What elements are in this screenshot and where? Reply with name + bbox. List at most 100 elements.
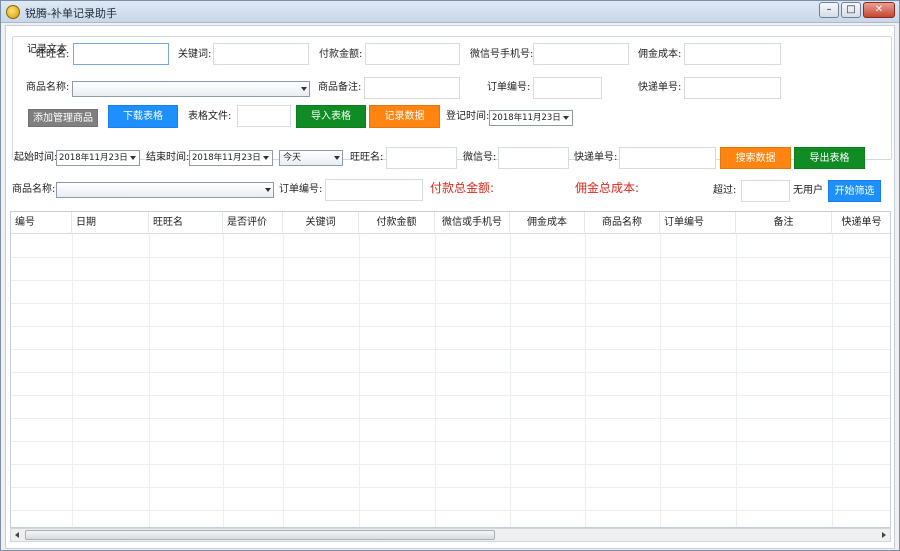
column-header-pay-amount[interactable]: 付款金额 [359, 212, 435, 234]
maximize-button[interactable]: □ [841, 2, 861, 18]
column-header-note[interactable]: 备注 [736, 212, 832, 234]
chevron-down-icon [130, 156, 136, 160]
table-header: 编号 日期 旺旺名 是否评价 关键词 付款金额 微信或手机号 佣金成本 商品名称… [11, 212, 890, 234]
scrollbar-thumb[interactable] [25, 530, 495, 540]
grid-line [11, 303, 890, 304]
wangwang-input[interactable] [73, 43, 169, 65]
keyword-label: 关键词: [178, 49, 212, 60]
grid-line [223, 234, 224, 527]
login-time-picker[interactable]: 2018年11月23日 [489, 110, 573, 126]
start-time-picker[interactable]: 2018年11月23日 [56, 150, 140, 166]
grid-line [832, 234, 833, 527]
column-header-express-no[interactable]: 快递单号 [832, 212, 890, 234]
start-time-label: 起始时间: [14, 152, 58, 163]
grid-line [11, 464, 890, 465]
total-commission-label: 佣金总成本: [575, 181, 640, 195]
search-express-label: 快递单号: [574, 152, 618, 163]
import-table-button[interactable]: 导入表格 [296, 105, 366, 128]
chevron-down-icon [334, 156, 340, 160]
grid-line [72, 234, 73, 527]
column-header-commission[interactable]: 佣金成本 [510, 212, 585, 234]
scroll-right-icon[interactable] [882, 532, 886, 538]
exceed-input[interactable] [741, 180, 790, 202]
grid-line [11, 280, 890, 281]
horizontal-scrollbar[interactable] [10, 528, 891, 542]
search-express-input[interactable] [619, 147, 716, 169]
wechat-label: 微信号手机号: [470, 49, 534, 60]
record-data-button[interactable]: 记录数据 [369, 105, 440, 128]
close-button[interactable]: ✕ [863, 2, 895, 18]
download-table-button[interactable]: 下载表格 [108, 105, 178, 128]
main-window: 锐腾-补单记录助手 – □ ✕ 记录文本 旺旺名: 关键词: 付款金额: 微信号… [0, 0, 900, 551]
product-note-label: 商品备注: [318, 82, 362, 93]
grid-line [11, 487, 890, 488]
start-filter-button[interactable]: 开始筛选 [828, 180, 881, 202]
column-header-id[interactable]: 编号 [11, 212, 72, 234]
search-wechat-label: 微信号: [463, 152, 497, 163]
grid-line [11, 395, 890, 396]
column-header-product-name[interactable]: 商品名称 [585, 212, 660, 234]
minimize-button[interactable]: – [819, 2, 839, 18]
period-value: 今天 [283, 153, 302, 163]
chevron-down-icon [301, 87, 307, 91]
chevron-down-icon [265, 188, 271, 192]
end-time-label: 结束时间: [146, 152, 190, 163]
search-product-combo[interactable] [56, 182, 274, 198]
window-title: 锐腾-补单记录助手 [25, 7, 117, 20]
search-data-button[interactable]: 搜索数据 [720, 147, 791, 169]
grid-line [11, 349, 890, 350]
keyword-input[interactable] [213, 43, 309, 65]
express-no-label: 快递单号: [638, 82, 682, 93]
column-header-wangwang[interactable]: 旺旺名 [149, 212, 223, 234]
grid-line [585, 234, 586, 527]
grid-line [510, 234, 511, 527]
scroll-left-icon[interactable] [15, 532, 19, 538]
search-wangwang-input[interactable] [386, 147, 457, 169]
search-wangwang-label: 旺旺名: [350, 152, 384, 163]
search-product-name-label: 商品名称: [12, 184, 56, 195]
add-product-button[interactable]: 添加管理商品 [28, 109, 98, 127]
express-no-input[interactable] [684, 77, 781, 99]
product-name-label: 商品名称: [26, 82, 70, 93]
period-combo[interactable]: 今天 [279, 150, 343, 166]
wangwang-label: 旺旺名: [36, 49, 70, 60]
column-header-date[interactable]: 日期 [72, 212, 149, 234]
product-note-input[interactable] [364, 77, 460, 99]
grid-line [660, 234, 661, 527]
chevron-down-icon [563, 116, 569, 120]
table-file-input[interactable] [237, 105, 291, 127]
search-wechat-input[interactable] [498, 147, 569, 169]
total-pay-label: 付款总金额: [430, 181, 495, 195]
export-table-button[interactable]: 导出表格 [794, 147, 865, 169]
pay-amount-label: 付款金额: [319, 49, 363, 60]
pay-amount-input[interactable] [365, 43, 460, 65]
search-order-no-input[interactable] [325, 179, 423, 201]
column-header-keyword[interactable]: 关键词 [283, 212, 359, 234]
grid-line [11, 441, 890, 442]
app-logo-icon [6, 5, 20, 19]
grid-line [149, 234, 150, 527]
start-time-value: 2018年11月23日 [59, 153, 128, 163]
order-no-input[interactable] [533, 77, 602, 99]
chevron-down-icon [263, 156, 269, 160]
search-order-no-label: 订单编号: [279, 184, 323, 195]
grid-line [736, 234, 737, 527]
column-header-wechat[interactable]: 微信或手机号 [435, 212, 510, 234]
wechat-input[interactable] [533, 43, 629, 65]
title-bar: 锐腾-补单记录助手 – □ ✕ [1, 1, 899, 23]
column-header-reviewed[interactable]: 是否评价 [223, 212, 283, 234]
records-table[interactable]: 编号 日期 旺旺名 是否评价 关键词 付款金额 微信或手机号 佣金成本 商品名称… [10, 211, 891, 528]
column-header-order-no[interactable]: 订单编号 [660, 212, 736, 234]
login-time-label: 登记时间: [446, 111, 490, 122]
grid-line [11, 418, 890, 419]
grid-line [11, 257, 890, 258]
exceed-label: 超过: [713, 185, 737, 196]
grid-line [11, 372, 890, 373]
grid-line [359, 234, 360, 527]
commission-input[interactable] [684, 43, 781, 65]
grid-line [11, 326, 890, 327]
product-name-combo[interactable] [72, 81, 310, 97]
login-time-value: 2018年11月23日 [492, 113, 561, 123]
commission-label: 佣金成本: [638, 49, 682, 60]
end-time-picker[interactable]: 2018年11月23日 [189, 150, 273, 166]
